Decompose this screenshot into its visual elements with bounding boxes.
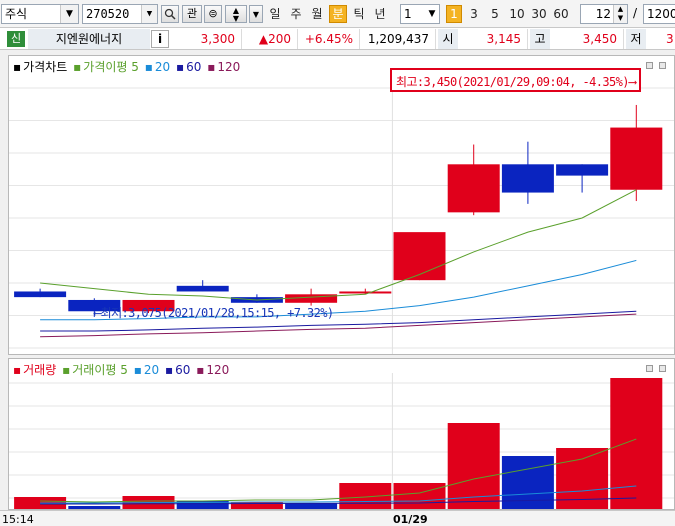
total-count-input[interactable]: 1200: [643, 4, 675, 24]
period-day-button[interactable]: 일: [266, 5, 284, 23]
candle-body: [501, 164, 554, 193]
interval-5-button[interactable]: 5: [487, 5, 503, 23]
unit-select[interactable]: 1 ▼: [400, 4, 440, 24]
candle-body: [610, 127, 663, 190]
total-count-value: 1200: [647, 7, 675, 21]
interval-1-button[interactable]: 1: [446, 5, 462, 23]
spin-icon[interactable]: ▲ ▼: [613, 5, 627, 23]
volume-bar: [610, 378, 663, 509]
bar-count-input[interactable]: 12 ▲ ▼: [580, 4, 628, 24]
low-label: 저: [626, 29, 646, 49]
candle-body: [339, 291, 392, 294]
candle-body: [556, 164, 609, 176]
volume-bar: [393, 483, 446, 509]
search-icon: [164, 8, 176, 20]
candle-body: [176, 285, 229, 292]
high-annotation: 최고:3,450(2021/01/29,09:04, -4.35%)⟶: [390, 68, 641, 92]
stock-name[interactable]: 지엔원에너지: [28, 29, 150, 49]
volume-bar: [68, 506, 121, 509]
period-week-button[interactable]: 주: [287, 5, 305, 23]
candle-body: [447, 164, 500, 213]
period-tick-button[interactable]: 틱: [350, 5, 368, 23]
change-percent: +6.45%: [298, 29, 360, 49]
credit-badge: 신: [7, 31, 25, 47]
search-button[interactable]: [161, 5, 179, 23]
chevron-down-icon[interactable]: ▼: [60, 5, 78, 23]
slash-separator: /: [633, 6, 638, 20]
time-axis-start-label: 15:14: [2, 513, 34, 526]
link-icon: ⊜: [208, 7, 218, 20]
interval-60-button[interactable]: 60: [551, 5, 571, 23]
chevron-down-icon[interactable]: ▼: [425, 5, 439, 23]
bar-count-value: 12: [595, 7, 611, 21]
current-price: 3,300: [172, 29, 242, 49]
link-button[interactable]: ⊜: [204, 5, 222, 23]
volume-chart-svg: [9, 373, 674, 509]
low-annotation: ⟵최저:3,075(2021/01/28,15:15, +7.32%): [94, 306, 334, 320]
chart-area: ▪ 가격차트 ▪ 가격이평 5 ▪ 20 ▪ 60 ▪ 120 ▪ 거래량 ▪ 거래이평 5 …: [0, 50, 675, 526]
chevron-down-icon: ▼: [252, 10, 260, 19]
stock-info-bar: 신 지엔원에너지 i 3,300 ▲200 +6.45% 1,209,437 시…: [0, 28, 675, 50]
prev-next-stepper[interactable]: ▲ ▼: [225, 5, 247, 23]
high-label: 고: [530, 29, 550, 49]
stock-code-input[interactable]: 270520 ▼: [82, 4, 158, 24]
info-button[interactable]: i: [151, 30, 169, 48]
time-axis: 15:14 01/29: [0, 510, 675, 526]
time-axis-date-label: 01/29: [393, 513, 428, 526]
market-type-select[interactable]: 주식 ▼: [1, 4, 79, 24]
candle-body: [14, 291, 67, 298]
interval-3-button[interactable]: 3: [466, 5, 482, 23]
updown-icon: ▲ ▼: [232, 6, 240, 23]
stepper-dropdown[interactable]: ▼: [249, 5, 263, 23]
unit-value: 1: [404, 7, 412, 21]
period-minute-button[interactable]: 분: [329, 5, 347, 23]
favorite-button[interactable]: 관: [182, 5, 202, 23]
high-price: 3,450: [550, 29, 624, 49]
interval-10-button[interactable]: 10: [507, 5, 527, 23]
period-month-button[interactable]: 월: [308, 5, 326, 23]
period-year-button[interactable]: 년: [371, 5, 389, 23]
open-label: 시: [438, 29, 458, 49]
interval-30-button[interactable]: 30: [529, 5, 549, 23]
price-change: ▲200: [242, 29, 298, 49]
candle-body: [393, 232, 446, 281]
stock-code-value: 270520: [86, 7, 130, 21]
chart-toolbar: 주식 ▼ 270520 ▼ 관 ⊜ ▲ ▼ ▼ 일 주 월 분 틱 년 1 ▼ 1…: [0, 0, 675, 28]
chevron-down-icon[interactable]: ▼: [141, 5, 157, 23]
market-type-value: 주식: [5, 7, 28, 21]
open-price: 3,145: [458, 29, 528, 49]
favorite-label: 관: [186, 7, 198, 20]
low-price: 3: [666, 32, 674, 46]
trade-volume: 1,209,437: [360, 29, 436, 49]
volume-pane[interactable]: ▪ 거래량 ▪ 거래이평 5 ▪ 20 ▪ 60 ▪ 120: [8, 358, 675, 510]
